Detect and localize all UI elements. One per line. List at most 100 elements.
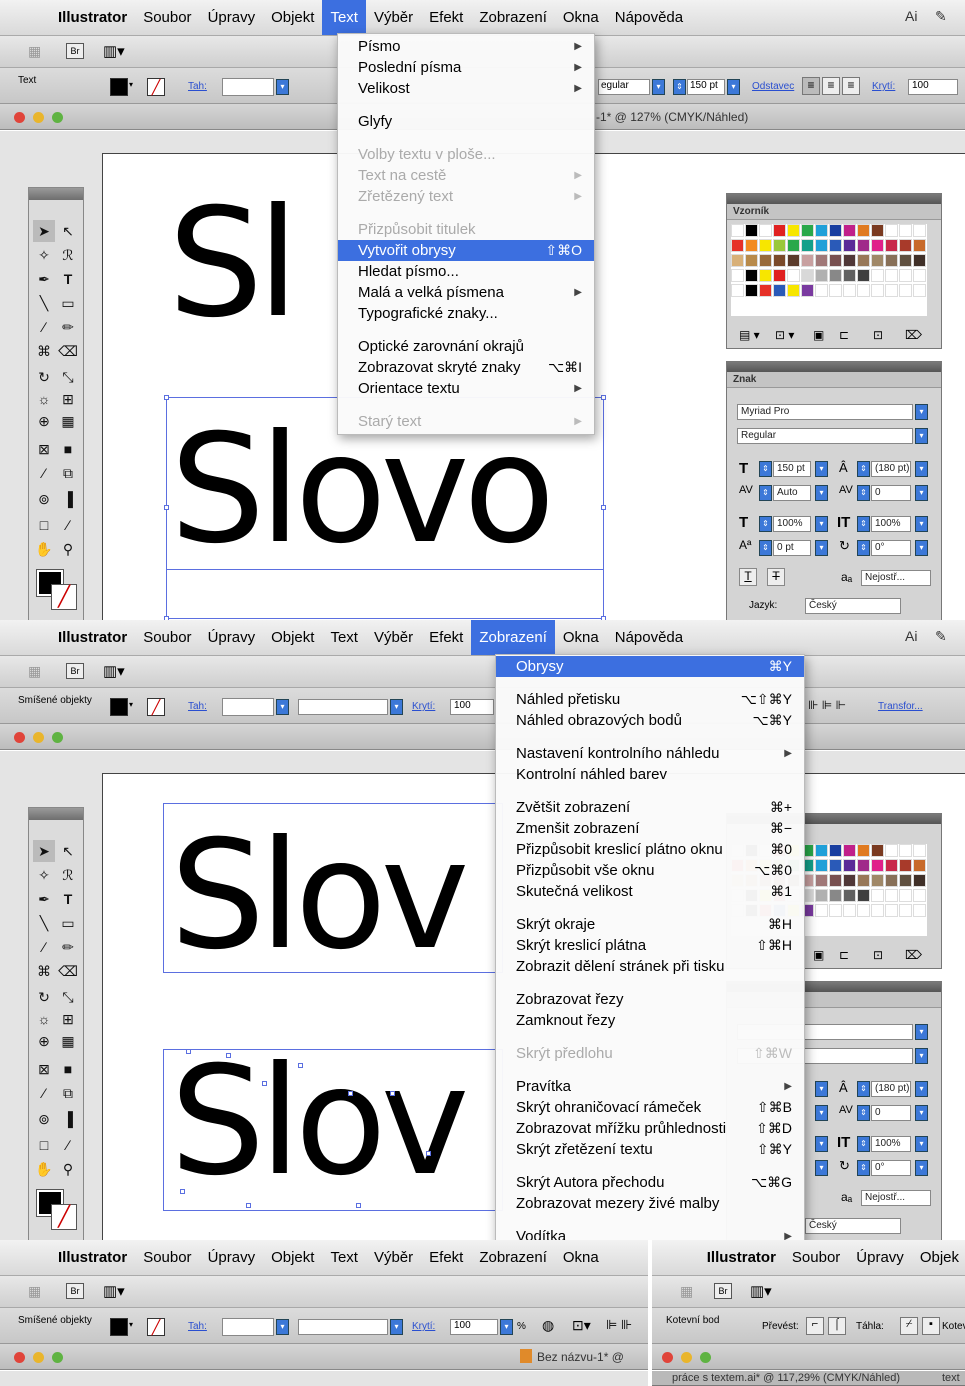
selection-tool-icon[interactable]: ➤ — [33, 220, 55, 242]
blob-brush-tool-icon[interactable]: ⌘ — [33, 960, 55, 982]
color-swatch[interactable] — [871, 224, 884, 237]
rotation-field[interactable]: 0° — [871, 1160, 911, 1176]
anchor-point[interactable] — [226, 1053, 231, 1058]
color-swatch[interactable] — [899, 904, 912, 917]
minimize-window-icon[interactable] — [33, 112, 44, 123]
fill-swatch[interactable] — [110, 698, 128, 716]
arrange-icon[interactable]: ▥▾ — [103, 1282, 125, 1300]
text-menu-item[interactable]: Poslední písma ▶ — [338, 57, 594, 78]
document-setup-icon[interactable]: ⊡▾ — [572, 1317, 591, 1334]
eraser-tool-icon[interactable]: ⌫ — [57, 340, 79, 362]
rotation-stepper-icon[interactable]: ⇕ — [857, 540, 870, 556]
stroke-stepper[interactable] — [222, 1318, 274, 1336]
zoom-window-icon[interactable] — [52, 1352, 63, 1363]
anchor-point[interactable] — [426, 1151, 431, 1156]
new-swatch-icon[interactable]: ⊡ — [873, 328, 883, 342]
view-menu-item[interactable]: Pravítka ▶ — [496, 1076, 804, 1097]
color-swatch[interactable] — [857, 904, 870, 917]
view-menu-item[interactable]: Skrýt kreslicí plátna ⇧⌘H — [496, 935, 804, 956]
color-swatch[interactable] — [843, 844, 856, 857]
horizontal-scale-field[interactable]: 100% — [871, 516, 911, 532]
free-transform-tool-icon[interactable]: ⊞ — [57, 1008, 79, 1030]
color-swatch[interactable] — [829, 889, 842, 902]
bridge-icon[interactable]: Br — [66, 43, 84, 59]
leading-field[interactable]: (180 pt) — [871, 461, 911, 477]
tracking-dropdown-icon[interactable]: ▾ — [915, 485, 928, 501]
color-swatch[interactable] — [759, 269, 772, 282]
swatch-libraries-icon[interactable]: ▤ ▾ — [739, 328, 760, 342]
rectangle-tool-icon[interactable]: ▭ — [57, 912, 79, 934]
view-menu-item[interactable]: Zvětšit zobrazení ⌘+ — [496, 797, 804, 818]
menu-napoveda[interactable]: Nápověda — [607, 620, 691, 655]
pen-tool-icon[interactable]: ✒ — [33, 268, 55, 290]
vertical-scale-field[interactable]: 100% — [773, 516, 811, 532]
swatches-tab[interactable]: Vzorník — [727, 204, 941, 220]
minimize-window-icon[interactable] — [681, 1352, 692, 1363]
font-style-dropdown-icon[interactable]: ▾ — [915, 1048, 928, 1064]
lasso-tool-icon[interactable]: ℛ — [57, 244, 79, 266]
color-swatch[interactable] — [871, 859, 884, 872]
menu-upravy[interactable]: Úpravy — [200, 620, 264, 655]
color-swatch[interactable] — [913, 889, 926, 902]
color-swatch[interactable] — [829, 874, 842, 887]
color-swatch[interactable] — [801, 224, 814, 237]
word-selected[interactable]: Slovo — [170, 415, 555, 565]
view-menu-item[interactable]: Zobrazovat mřížku průhlednosti ⇧⌘D — [496, 1118, 804, 1139]
font-style-dropdown-icon[interactable]: ▾ — [915, 428, 928, 444]
text-menu-item[interactable]: Glyfy — [338, 111, 594, 132]
font-style-dropdown-icon[interactable]: ▾ — [652, 79, 665, 95]
stroke-stepper[interactable] — [222, 698, 274, 716]
color-swatch[interactable] — [899, 284, 912, 297]
show-handles-icon[interactable]: ⌿ — [900, 1317, 918, 1335]
color-swatch[interactable] — [899, 239, 912, 252]
opacity-label[interactable]: Krytí: — [872, 81, 895, 92]
graph-tool-icon[interactable]: ▐ — [57, 488, 79, 510]
color-swatch[interactable] — [913, 269, 926, 282]
color-swatch[interactable] — [773, 239, 786, 252]
horizontal-scale-field[interactable]: 100% — [871, 1136, 911, 1152]
paintbrush-tool-icon[interactable]: ∕ — [33, 936, 55, 958]
type-tool-icon[interactable]: T — [57, 268, 79, 290]
color-swatch[interactable] — [885, 224, 898, 237]
text-menu-item[interactable]: Typografické znaky... — [338, 303, 594, 324]
color-swatch[interactable] — [801, 239, 814, 252]
variable-width-field[interactable] — [298, 699, 388, 715]
fill-dropdown-icon[interactable]: ▾ — [129, 700, 133, 709]
script-icon[interactable]: ✎ — [935, 628, 947, 645]
view-menu-item[interactable]: Přizpůsobit vše oknu ⌥⌘0 — [496, 860, 804, 881]
minimize-window-icon[interactable] — [33, 1352, 44, 1363]
character-tab[interactable]: Znak — [727, 372, 941, 388]
view-menu-item[interactable]: Skrýt okraje ⌘H — [496, 914, 804, 935]
gradient-tool-icon[interactable]: ■ — [57, 438, 79, 460]
paragraph-label[interactable]: Odstavec — [752, 81, 794, 92]
zoom-tool-icon[interactable]: ⚲ — [57, 1158, 79, 1180]
font-style-field[interactable]: egular — [598, 79, 650, 95]
type-tool-icon[interactable]: T — [57, 888, 79, 910]
stroke-label[interactable]: Tah: — [188, 81, 207, 92]
color-swatch[interactable] — [885, 889, 898, 902]
opacity-field[interactable]: 100 — [450, 1319, 498, 1335]
perspective-tool-icon[interactable]: ▦ — [57, 1030, 79, 1052]
color-swatch[interactable] — [843, 889, 856, 902]
warp-tool-icon[interactable]: ☼ — [33, 1008, 55, 1030]
opacity-field[interactable]: 100 — [450, 699, 494, 715]
color-swatch[interactable] — [815, 874, 828, 887]
outlined-word-bottom[interactable]: Slov — [170, 1047, 469, 1197]
color-swatch[interactable] — [759, 254, 772, 267]
opacity-dropdown-icon[interactable]: ▾ — [500, 1319, 513, 1335]
blend-tool-icon[interactable]: ⧉ — [57, 1082, 79, 1104]
menu-app[interactable]: Illustrator — [50, 0, 135, 35]
direct-selection-tool-icon[interactable]: ↖ — [57, 840, 79, 862]
adobe-icon[interactable]: Ai — [905, 8, 917, 24]
selection-handle[interactable] — [164, 505, 169, 510]
view-menu-item[interactable]: Zamknout řezy — [496, 1010, 804, 1031]
symbol-sprayer-tool-icon[interactable]: ⊚ — [33, 488, 55, 510]
zoom-tool-icon[interactable]: ⚲ — [57, 538, 79, 560]
color-swatch[interactable] — [829, 254, 842, 267]
color-swatch[interactable] — [731, 269, 744, 282]
color-swatch[interactable] — [829, 269, 842, 282]
color-swatch[interactable] — [899, 844, 912, 857]
text-menu-item[interactable]: Zobrazovat skryté znaky ⌥⌘I — [338, 357, 594, 378]
document-tab-2[interactable]: text — [942, 1372, 960, 1384]
menu-soubor[interactable]: Soubor — [135, 620, 199, 655]
